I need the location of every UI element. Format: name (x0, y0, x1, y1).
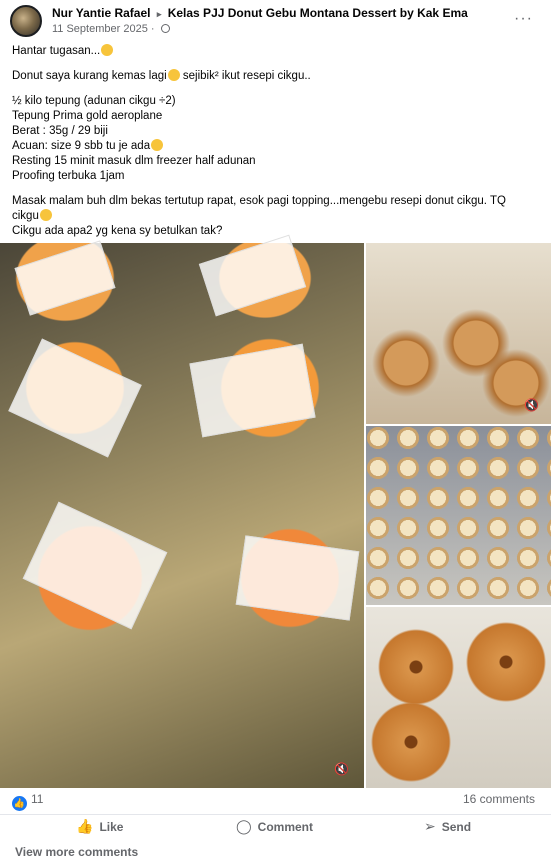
mute-icon[interactable]: 🔇 (524, 399, 540, 411)
comment-icon: ◯ (236, 818, 252, 834)
post-body: Hantar tugasan... Donut saya kurang kema… (12, 44, 542, 249)
post-text-line: Tepung Prima gold aeroplane (12, 110, 163, 122)
like-button[interactable]: 👍 Like (76, 818, 123, 835)
author-line: Nur Yantie Rafael ▸ Kelas PJJ Donut Gebu… (52, 6, 468, 20)
emoji-icon (167, 69, 180, 81)
comment-button[interactable]: ◯ Comment (236, 818, 313, 835)
avatar[interactable] (10, 5, 42, 37)
sugar-bag (14, 240, 116, 316)
emoji-icon (39, 209, 52, 221)
post-text-line: Donut saya kurang kemas lagi (12, 70, 167, 82)
view-more-comments-link[interactable]: View more comments (15, 845, 138, 859)
globe-icon (160, 24, 170, 33)
comments-count[interactable]: 16 comments (463, 792, 535, 806)
post-text-line: Hantar tugasan... (12, 45, 101, 57)
post-text-line: Berat : 35g / 29 biji (12, 125, 108, 137)
reaction-summary: 👍 11 16 comments (12, 792, 539, 811)
post-meta: 11 September 2025 · (52, 23, 170, 35)
media-grid: 🔇 🔇 (0, 234, 551, 788)
post-text-line: cikgu (12, 210, 39, 222)
mute-icon[interactable]: 🔇 (334, 763, 350, 775)
like-reaction-icon[interactable]: 👍 (12, 796, 27, 811)
author-name[interactable]: Nur Yantie Rafael (52, 6, 150, 20)
comment-label: Comment (257, 819, 314, 834)
sugar-bag (189, 343, 316, 438)
send-label: Send (441, 819, 472, 834)
post-text-line: Acuan: size 9 sbb tu je ada (12, 140, 151, 152)
like-count[interactable]: 11 (31, 792, 43, 806)
emoji-icon (151, 139, 164, 151)
sugar-bag (198, 234, 307, 317)
like-label: Like (99, 819, 124, 834)
post-text-line: ½ kilo tepung (adunan cikgu ÷2) (12, 95, 176, 107)
post-text-line: Resting 15 minit masuk dlm freezer half … (12, 155, 256, 167)
photo-thumbnail[interactable] (366, 426, 551, 605)
video-thumbnail-main[interactable]: 🔇 (0, 234, 364, 788)
thumbs-up-icon: 👍 (76, 818, 94, 834)
sugar-bag (22, 501, 168, 630)
emoji-icon (101, 44, 114, 56)
photo-thumbnail[interactable] (366, 607, 551, 788)
send-icon: ➢ (424, 818, 436, 834)
caret-right-icon: ▸ (156, 9, 162, 19)
sugar-bag (235, 535, 360, 621)
action-bar: 👍 Like ◯ Comment ➢ Send (0, 814, 551, 836)
post-text-line: sejibik² ikut resepi cikgu.. (182, 70, 311, 82)
post-text-line: Cikgu ada apa2 yg kena sy betulkan tak? (12, 225, 223, 237)
group-name[interactable]: Kelas PJJ Donut Gebu Montana Dessert by … (168, 6, 468, 20)
sugar-bag (8, 338, 142, 458)
post-header: Nur Yantie Rafael ▸ Kelas PJJ Donut Gebu… (0, 0, 551, 40)
post-text-line: Masak malam buh dlm bekas tertutup rapat… (12, 195, 506, 207)
send-button[interactable]: ➢ Send (424, 818, 471, 835)
video-thumbnail-side[interactable]: 🔇 (366, 243, 551, 424)
more-options-button[interactable]: ··· (514, 10, 533, 28)
post-text-line: Proofing terbuka 1jam (12, 170, 125, 182)
post-date[interactable]: 11 September 2025 (52, 23, 148, 35)
